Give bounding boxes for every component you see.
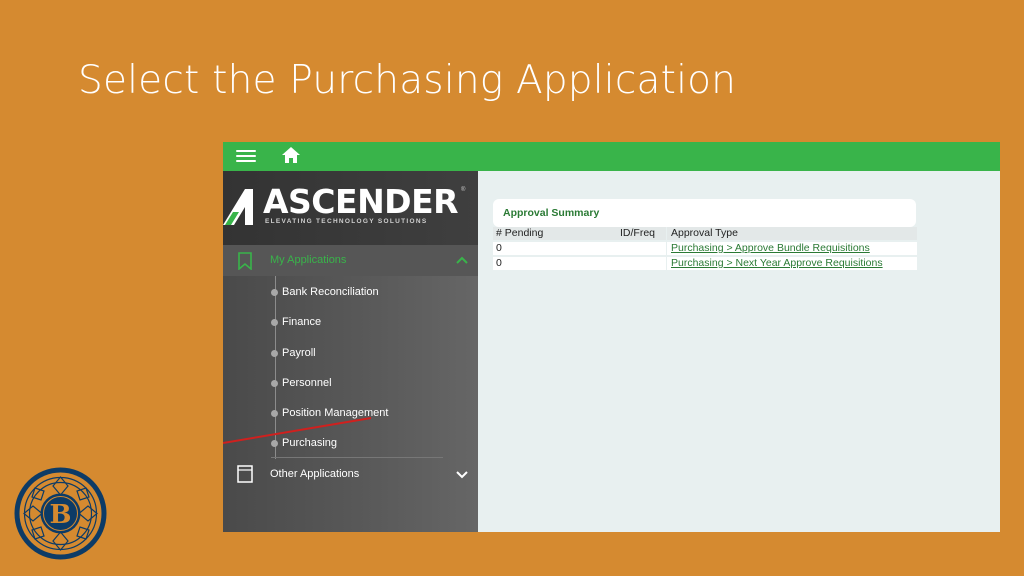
ascender-logo: ASCENDER ® ELEVATING TECHNOLOGY SOLUTION… (223, 171, 478, 245)
table-row: 0 Purchasing > Approve Bundle Requisitio… (493, 242, 917, 256)
sidebar-item-label: Purchasing (282, 437, 338, 449)
sidebar: ASCENDER ® ELEVATING TECHNOLOGY SOLUTION… (223, 171, 478, 532)
tree-line (275, 276, 276, 459)
column-header-id-freq: ID/Freq (617, 227, 666, 240)
sidebar-item-payroll[interactable]: Payroll (271, 344, 471, 364)
tree-node-icon (271, 440, 278, 447)
table-row: 0 Purchasing > Next Year Approve Requisi… (493, 257, 917, 271)
brand-tagline: ELEVATING TECHNOLOGY SOLUTIONS (265, 218, 428, 225)
table-header: # Pending ID/Freq Approval Type (493, 227, 917, 241)
chevron-down-icon[interactable] (456, 469, 468, 479)
sidebar-item-position-management[interactable]: Position Management (271, 404, 471, 424)
pending-count: 0 (493, 242, 617, 255)
sidebar-item-label: Personnel (282, 377, 332, 389)
sidebar-item-label: Bank Reconciliation (282, 286, 379, 298)
slide-title: Select the Purchasing Application (78, 58, 737, 103)
b-seal-logo: B (14, 467, 107, 560)
approval-type-cell: Purchasing > Next Year Approve Requisiti… (667, 257, 917, 270)
registered-mark: ® (461, 187, 466, 193)
my-applications-header[interactable]: My Applications (223, 245, 478, 276)
chevron-up-icon[interactable] (456, 255, 468, 265)
approval-type-cell: Purchasing > Approve Bundle Requisitions (667, 242, 917, 255)
home-icon[interactable] (281, 146, 301, 164)
tree-node-icon (271, 289, 278, 296)
tree-node-icon (271, 350, 278, 357)
sidebar-item-label: Position Management (282, 407, 389, 419)
column-header-approval-type: Approval Type (667, 227, 917, 240)
seal-letter: B (50, 500, 72, 530)
hamburger-icon[interactable] (236, 150, 256, 164)
sidebar-item-personnel[interactable]: Personnel (271, 374, 471, 394)
approval-summary-table: # Pending ID/Freq Approval Type 0 Purcha… (493, 227, 917, 271)
approval-type-link[interactable]: Purchasing > Approve Bundle Requisitions (671, 242, 870, 254)
tree-node-icon (271, 410, 278, 417)
my-applications-label: My Applications (270, 254, 347, 266)
sidebar-item-label: Payroll (282, 347, 316, 359)
tree-node-icon (271, 380, 278, 387)
brand-name: ASCENDER (263, 182, 459, 221)
ascender-mark-icon (223, 189, 253, 225)
id-freq (617, 242, 666, 255)
ascender-screenshot: ASCENDER ® ELEVATING TECHNOLOGY SOLUTION… (223, 142, 1000, 532)
bookmark-icon (238, 252, 252, 270)
pending-count: 0 (493, 257, 617, 270)
other-applications-header[interactable]: Other Applications (223, 459, 478, 491)
sidebar-item-label: Finance (282, 316, 322, 328)
sidebar-item-finance[interactable]: Finance (271, 313, 471, 333)
book-icon (237, 465, 253, 483)
sidebar-divider (271, 457, 443, 458)
column-header-pending: # Pending (493, 227, 617, 240)
other-applications-label: Other Applications (270, 468, 360, 480)
sidebar-item-purchasing[interactable]: Purchasing (271, 434, 471, 454)
approval-type-link[interactable]: Purchasing > Next Year Approve Requisiti… (671, 257, 883, 269)
sidebar-item-bank-reconciliation[interactable]: Bank Reconciliation (271, 283, 471, 303)
top-bar (223, 142, 1000, 171)
tree-node-icon (271, 319, 278, 326)
id-freq (617, 257, 666, 270)
approval-summary-title: Approval Summary (503, 207, 600, 219)
approval-summary-card: Approval Summary (493, 199, 916, 227)
